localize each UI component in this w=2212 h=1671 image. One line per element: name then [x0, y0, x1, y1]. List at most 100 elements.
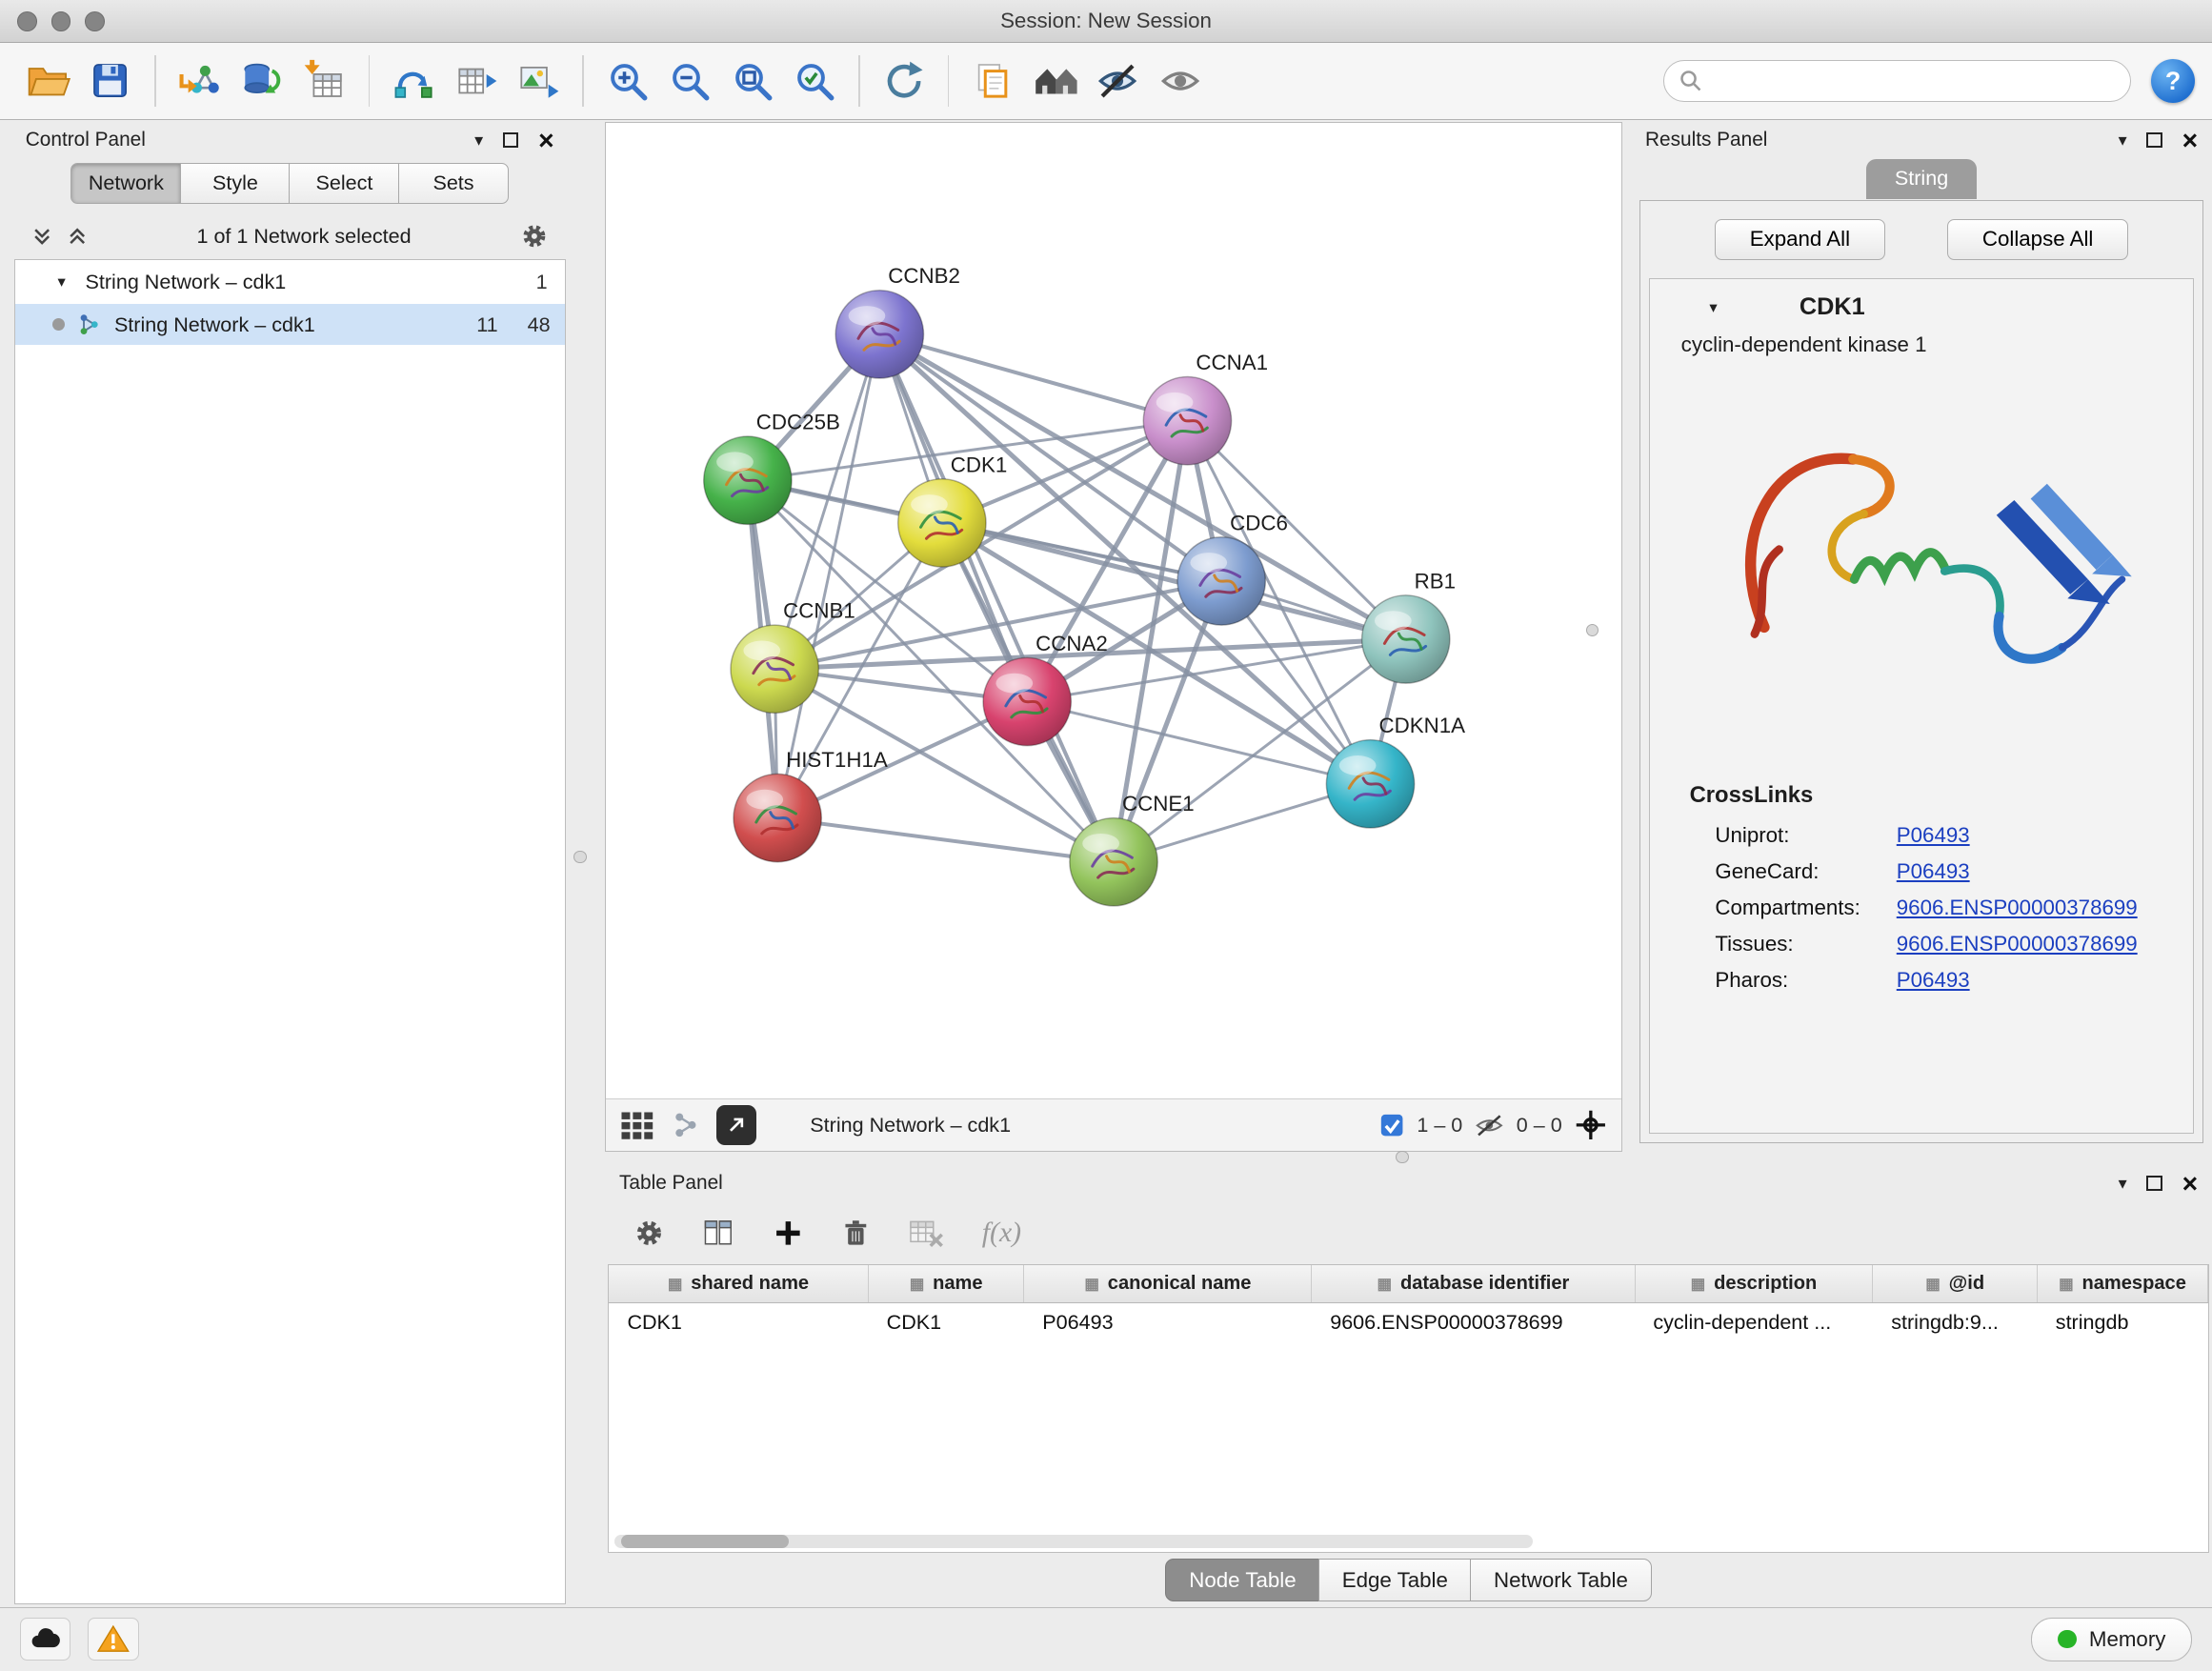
column-header-description[interactable]: ▦description — [1635, 1265, 1873, 1303]
fit-crosshair-icon[interactable] — [1574, 1108, 1608, 1142]
node-CDC25B[interactable]: CDC25B — [704, 411, 840, 525]
column-header-database-identifier[interactable]: ▦database identifier — [1312, 1265, 1635, 1303]
tab-select[interactable]: Select — [289, 163, 399, 204]
search-input[interactable] — [1711, 70, 2116, 92]
show-columns-icon[interactable] — [701, 1216, 735, 1250]
close-panel-icon[interactable]: × — [2182, 1176, 2199, 1191]
tissues-link[interactable]: 9606.ENSP00000378699 — [1897, 932, 2138, 956]
table-cell[interactable]: P06493 — [1024, 1303, 1312, 1341]
table-cell[interactable]: cyclin-dependent ... — [1635, 1303, 1873, 1341]
import-table-button[interactable] — [293, 50, 355, 111]
apply-layout-button[interactable] — [873, 50, 935, 111]
table-cell[interactable]: 9606.ENSP00000378699 — [1312, 1303, 1635, 1341]
function-builder-button[interactable]: f(x) — [982, 1217, 1021, 1249]
tab-network-table[interactable]: Network Table — [1470, 1559, 1651, 1602]
collapse-all-button[interactable]: Collapse All — [1947, 219, 2128, 260]
collection-expander-icon[interactable]: ▾ — [57, 272, 65, 292]
float-panel-icon[interactable] — [503, 132, 518, 148]
show-all-button[interactable] — [1149, 50, 1211, 111]
birdseye-grid-icon[interactable] — [620, 1111, 654, 1140]
zoom-window-button[interactable] — [85, 11, 105, 31]
column-header--id[interactable]: ▦@id — [1873, 1265, 2038, 1303]
network-graph[interactable]: CCNB2CCNA1CDC25BCDK1CDC6RB1CCNB1CCNA2CDK… — [606, 123, 1621, 1098]
zoom-in-button[interactable] — [596, 50, 658, 111]
gene-expander-icon[interactable]: ▾ — [1709, 298, 1717, 317]
expand-all-button[interactable]: Expand All — [1715, 219, 1885, 260]
import-network-database-button[interactable] — [231, 50, 292, 111]
gear-icon[interactable] — [520, 222, 549, 251]
home-view-button[interactable] — [1024, 50, 1086, 111]
node-HIST1H1A[interactable]: HIST1H1A — [734, 748, 888, 862]
delete-column-icon[interactable] — [840, 1218, 872, 1249]
memory-label: Memory — [2089, 1627, 2166, 1652]
minimize-window-button[interactable] — [51, 11, 71, 31]
crosslink-row: GeneCard: P06493 — [1650, 854, 2193, 890]
panel-menu-icon[interactable]: ▾ — [474, 131, 483, 151]
splitter-handle[interactable] — [1586, 624, 1599, 636]
add-column-icon[interactable] — [773, 1218, 804, 1249]
node-CCNB2[interactable]: CCNB2 — [835, 264, 960, 378]
table-row[interactable]: CDK1CDK1P064939606.ENSP00000378699cyclin… — [609, 1303, 2207, 1341]
cloud-status-button[interactable] — [20, 1618, 71, 1661]
table-cell[interactable]: CDK1 — [868, 1303, 1024, 1341]
export-table-button[interactable] — [445, 50, 507, 111]
close-window-button[interactable] — [17, 11, 37, 31]
node-CCNA1[interactable]: CCNA1 — [1143, 351, 1268, 465]
float-panel-icon[interactable] — [2146, 132, 2162, 148]
open-in-browser-button[interactable] — [716, 1105, 756, 1145]
tab-sets[interactable]: Sets — [398, 163, 509, 204]
export-image-button[interactable] — [507, 50, 569, 111]
node-count: 11 — [458, 312, 498, 337]
horizontal-scrollbar[interactable] — [614, 1535, 1533, 1547]
share-icon[interactable] — [672, 1111, 700, 1139]
memory-button[interactable]: Memory — [2031, 1618, 2192, 1661]
panel-menu-icon[interactable]: ▾ — [2119, 1174, 2127, 1194]
tab-string[interactable]: String — [1866, 159, 1977, 199]
column-header-shared-name[interactable]: ▦shared name — [609, 1265, 868, 1303]
column-header-name[interactable]: ▦name — [868, 1265, 1024, 1303]
search-box[interactable] — [1663, 60, 2131, 103]
close-panel-icon[interactable]: × — [2182, 132, 2199, 148]
save-session-button[interactable] — [79, 50, 141, 111]
node-RB1[interactable]: RB1 — [1362, 569, 1457, 683]
uniprot-link[interactable]: P06493 — [1897, 823, 1970, 848]
network-collection-row[interactable]: ▾ String Network – cdk1 1 — [15, 260, 565, 304]
tab-style[interactable]: Style — [180, 163, 291, 204]
zoom-selected-button[interactable] — [783, 50, 845, 111]
column-header-namespace[interactable]: ▦namespace — [2037, 1265, 2207, 1303]
column-header-canonical-name[interactable]: ▦canonical name — [1024, 1265, 1312, 1303]
node-CDK1[interactable]: CDK1 — [898, 453, 1008, 567]
network-row-selected[interactable]: String Network – cdk1 11 48 — [15, 304, 565, 345]
splitter-handle[interactable] — [1396, 1151, 1408, 1163]
scrollbar-thumb[interactable] — [621, 1535, 789, 1547]
float-panel-icon[interactable] — [2146, 1176, 2162, 1191]
new-network-from-selection-button[interactable] — [383, 50, 445, 111]
splitter-handle[interactable] — [573, 851, 586, 863]
collapse-all-icon[interactable] — [31, 226, 52, 247]
zoom-out-icon — [668, 59, 712, 103]
table-cell[interactable]: stringdb — [2037, 1303, 2207, 1341]
close-panel-icon[interactable]: × — [538, 132, 554, 148]
node-CDKN1A[interactable]: CDKN1A — [1327, 714, 1466, 828]
gear-icon[interactable] — [633, 1218, 665, 1249]
compartments-link[interactable]: 9606.ENSP00000378699 — [1897, 896, 2138, 920]
expand-all-icon[interactable] — [67, 226, 88, 247]
hide-selected-button[interactable] — [1087, 50, 1149, 111]
tab-network[interactable]: Network — [70, 163, 181, 204]
open-session-button[interactable] — [17, 50, 79, 111]
tab-node-table[interactable]: Node Table — [1165, 1559, 1319, 1602]
network-canvas[interactable]: CCNB2CCNA1CDC25BCDK1CDC6RB1CCNB1CCNA2CDK… — [606, 123, 1621, 1098]
pharos-link[interactable]: P06493 — [1897, 968, 1970, 993]
import-network-file-button[interactable] — [169, 50, 231, 111]
zoom-out-button[interactable] — [658, 50, 720, 111]
table-cell[interactable]: CDK1 — [609, 1303, 868, 1341]
warnings-button[interactable] — [88, 1618, 139, 1661]
help-button[interactable]: ? — [2151, 59, 2195, 103]
tab-edge-table[interactable]: Edge Table — [1318, 1559, 1472, 1602]
zoom-fit-button[interactable] — [721, 50, 783, 111]
annotation-button[interactable] — [962, 50, 1024, 111]
protein-structure-image — [1650, 366, 2193, 765]
table-cell[interactable]: stringdb:9... — [1873, 1303, 2038, 1341]
panel-menu-icon[interactable]: ▾ — [2119, 131, 2127, 151]
genecard-link[interactable]: P06493 — [1897, 859, 1970, 884]
